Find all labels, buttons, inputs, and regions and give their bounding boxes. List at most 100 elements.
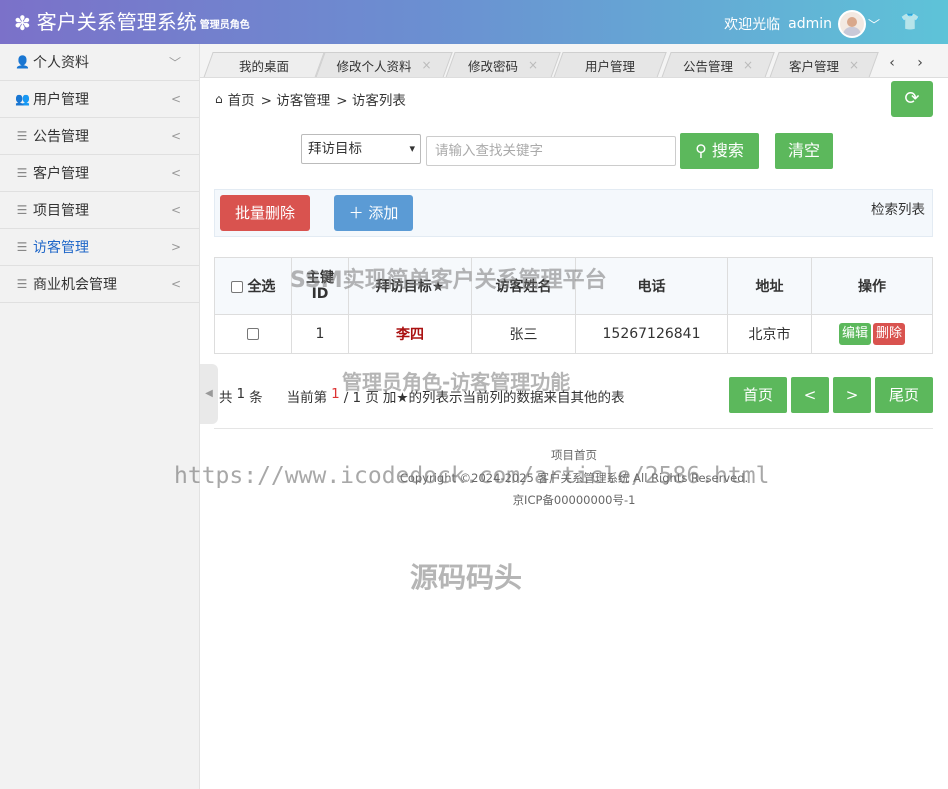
sidebar-item-label: 访客管理	[33, 240, 89, 256]
sidebar: 👤 个人资料 ﹀ 👥 用户管理 < ☰ 公告管理 < ☰ 客户管理 < ☰ 项目…	[0, 44, 200, 789]
watermark-subtitle: 管理员角色-访客管理功能	[342, 370, 571, 394]
edit-button[interactable]: 编辑	[838, 323, 871, 345]
row-phone: 15267126841	[575, 314, 728, 354]
refresh-button[interactable]: ⟳	[891, 81, 933, 117]
row-checkbox[interactable]	[247, 328, 259, 340]
first-page-button[interactable]: 首页	[729, 377, 787, 413]
target-link[interactable]: 李四	[396, 327, 424, 343]
breadcrumb: ⌂ 首页 > 访客管理 > 访客列表	[215, 89, 412, 109]
search-input[interactable]	[426, 136, 676, 166]
pager-current-prefix: 当前第	[286, 390, 328, 406]
sidebar-collapse-handle[interactable]: ◀	[200, 364, 218, 424]
app-title: 客户关系管理系统	[36, 10, 197, 34]
next-page-button[interactable]: >	[833, 377, 871, 413]
list-icon: ☰	[16, 277, 28, 291]
row-actions: 编辑 删除	[811, 314, 933, 354]
sidebar-item-label: 用户管理	[33, 92, 89, 108]
avatar[interactable]	[837, 10, 866, 38]
sidebar-item-notices[interactable]: ☰ 公告管理 <	[0, 118, 199, 155]
footer-project-home[interactable]: 项目首页	[200, 447, 948, 463]
sidebar-item-label: 商业机会管理	[33, 277, 117, 293]
search-button[interactable]: ⚲ 搜索	[680, 133, 759, 169]
add-button[interactable]: ＋ 添加	[334, 195, 413, 231]
row-visitor-name: 张三	[471, 314, 576, 354]
pager-total: 1	[236, 386, 246, 402]
person-icon: 👤	[15, 55, 30, 69]
theme-shirt-icon[interactable]: 👕	[900, 12, 920, 31]
row-target[interactable]: 李四	[348, 314, 472, 354]
sidebar-item-users[interactable]: 👥 用户管理 <	[0, 81, 199, 118]
list-icon: ☰	[16, 129, 28, 143]
chevron-down-icon: ﹀	[168, 55, 181, 70]
users-icon: 👥	[15, 92, 30, 106]
tab-edit-profile[interactable]: 修改个人资料 ×	[315, 52, 453, 77]
top-header: ✽ 客户关系管理系统 管理员角色 欢迎光临 admin ﹀ 👕	[0, 0, 948, 44]
watermark-brand: 源码码头	[410, 561, 523, 594]
triangle-left-icon: ◀	[205, 388, 213, 399]
home-icon: ⌂	[215, 92, 223, 106]
pager-total-prefix: 共	[219, 390, 233, 406]
breadcrumb-visitor-list: > 访客列表	[336, 93, 406, 109]
sidebar-item-opportunities[interactable]: ☰ 商业机会管理 <	[0, 266, 199, 303]
row-address: 北京市	[727, 314, 812, 354]
clear-button[interactable]: 清空	[775, 133, 833, 169]
watermark-url: https://www.icodedock.com/article/2586.h…	[174, 463, 770, 489]
chevron-down-icon[interactable]: ﹀	[868, 16, 880, 33]
prev-page-button[interactable]: <	[791, 377, 829, 413]
search-icon: ⚲	[695, 141, 707, 160]
batch-delete-button[interactable]: 批量删除	[220, 195, 310, 231]
list-icon: ☰	[16, 166, 28, 180]
delete-button[interactable]: 删除	[873, 323, 906, 345]
chevron-left-icon: <	[170, 203, 181, 217]
breadcrumb-home[interactable]: 首页	[228, 89, 255, 109]
tab-label: 公告管理	[682, 58, 733, 74]
user-menu[interactable]: 欢迎光临 admin ﹀	[724, 10, 880, 38]
close-icon[interactable]: ×	[528, 58, 538, 72]
search-field-select[interactable]: 拜访目标 ▾	[301, 134, 421, 164]
close-icon[interactable]: ×	[421, 58, 431, 72]
tab-scroll-right-icon[interactable]: ›	[906, 50, 934, 76]
row-select-cell[interactable]	[214, 314, 292, 354]
sidebar-item-projects[interactable]: ☰ 项目管理 <	[0, 192, 199, 229]
row-id: 1	[291, 314, 349, 354]
close-icon[interactable]: ×	[849, 58, 859, 72]
select-all-header[interactable]: 全选	[214, 257, 292, 315]
close-icon[interactable]: ×	[743, 58, 753, 72]
welcome-text: 欢迎光临	[724, 17, 781, 33]
tab-change-password[interactable]: 修改密码 ×	[445, 52, 561, 77]
tab-label: 我的桌面	[238, 58, 289, 74]
sidebar-item-label: 公告管理	[33, 129, 89, 145]
select-value: 拜访目标	[308, 141, 362, 157]
list-toolbar	[214, 189, 933, 237]
tab-user-management[interactable]: 用户管理	[553, 52, 667, 77]
chevron-down-icon: ▾	[409, 142, 415, 155]
tab-notice-management[interactable]: 公告管理 ×	[661, 52, 775, 77]
sidebar-item-profile[interactable]: 👤 个人资料 ﹀	[0, 44, 199, 81]
sidebar-item-label: 客户管理	[33, 166, 89, 182]
select-all-label: 全选	[247, 279, 276, 295]
tab-desktop[interactable]: 我的桌面	[203, 52, 325, 77]
last-page-button[interactable]: 尾页	[875, 377, 933, 413]
tab-scroll-left-icon[interactable]: ‹	[878, 50, 906, 76]
sidebar-item-label: 项目管理	[33, 203, 89, 219]
footer-icp: 京ICP备00000000号-1	[512, 493, 636, 507]
sidebar-item-visitors[interactable]: ☰ 访客管理 >	[0, 229, 199, 266]
list-icon: ☰	[16, 240, 28, 254]
tab-label: 用户管理	[584, 58, 635, 74]
chevron-left-icon: <	[170, 129, 181, 143]
breadcrumb-visitor-management[interactable]: > 访客管理	[261, 89, 331, 109]
chevron-right-icon: >	[170, 240, 181, 254]
sidebar-item-customers[interactable]: ☰ 客户管理 <	[0, 155, 199, 192]
watermark-title: SSM实现简单客户关系管理平台	[290, 268, 607, 293]
tab-label: 客户管理	[788, 58, 839, 74]
username[interactable]: admin	[788, 16, 832, 32]
chevron-left-icon: <	[170, 166, 181, 180]
gear-icon: ✽	[14, 11, 31, 35]
select-all-checkbox[interactable]	[230, 281, 243, 293]
chevron-left-icon: <	[170, 277, 181, 291]
tab-customer-management[interactable]: 客户管理 ×	[769, 52, 879, 77]
brand: ✽ 客户关系管理系统 管理员角色	[14, 9, 250, 35]
add-button-label: 添加	[368, 204, 399, 222]
table-row: 1 李四 张三 15267126841 北京市 编辑 删除	[214, 314, 933, 354]
header-address: 地址	[727, 257, 812, 315]
